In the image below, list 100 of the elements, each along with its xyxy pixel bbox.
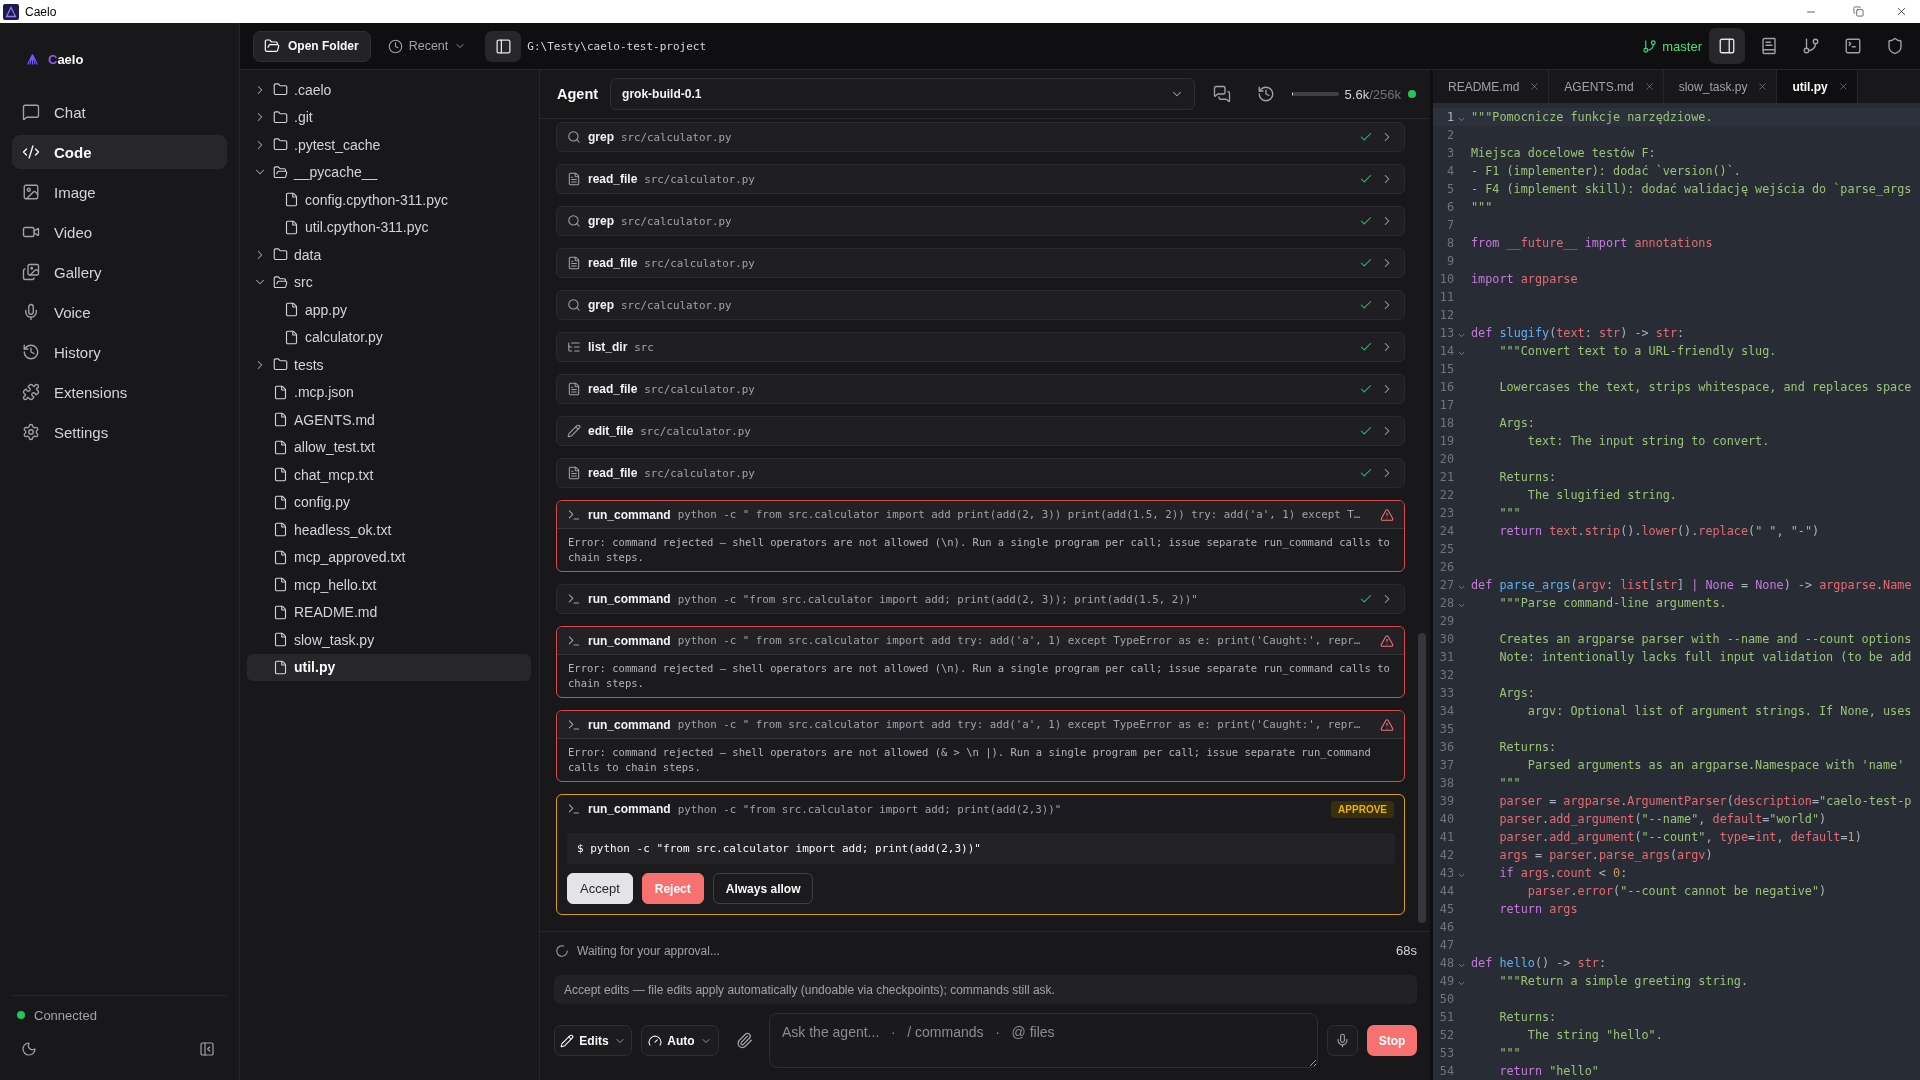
file-tree-item[interactable]: data [247, 241, 330, 269]
restore-icon[interactable] [1852, 6, 1864, 17]
moon-icon[interactable] [21, 1041, 37, 1057]
fold-icon[interactable] [1456, 349, 1466, 358]
tool-call-card[interactable]: read_file src/calculator.py [556, 164, 1405, 194]
file-tree-item[interactable]: .caelo [247, 76, 340, 104]
chat-bubbles-icon[interactable] [1212, 85, 1231, 103]
file-tree-item[interactable]: config.cpython-311.pyc [247, 186, 456, 214]
close-icon[interactable] [1529, 81, 1541, 92]
editor-tab[interactable]: util.py [1777, 70, 1858, 103]
tool-name: read_file [588, 172, 638, 186]
nav-item[interactable]: Image [12, 175, 106, 209]
paperclip-icon[interactable] [736, 1032, 753, 1049]
file-tree-item[interactable]: util.cpython-311.pyc [247, 213, 437, 241]
edit-mode-dropdown[interactable]: Edits [554, 1025, 632, 1056]
line-number: 38 [1438, 775, 1454, 792]
close-icon[interactable] [1837, 81, 1849, 92]
fold-icon[interactable] [1456, 115, 1466, 124]
terminal-icon[interactable] [1844, 37, 1862, 55]
file-tree-item[interactable]: calculator.py [247, 323, 391, 351]
collapse-sidebar-icon[interactable] [199, 1041, 215, 1057]
tool-call-card[interactable]: list_dir src [556, 332, 1405, 362]
file-tree-item[interactable]: app.py [247, 296, 356, 324]
nav-item[interactable]: Extensions [12, 375, 138, 409]
tool-call-card[interactable] [556, 500, 1405, 572]
tool-argument: src/calculator.py [621, 214, 732, 228]
line-number: 50 [1438, 991, 1454, 1008]
fold-icon[interactable] [1456, 601, 1466, 610]
fold-icon[interactable] [1456, 583, 1466, 592]
nav-item[interactable]: Gallery [12, 255, 112, 289]
nav-item[interactable]: History [12, 335, 111, 369]
book-icon[interactable] [1760, 37, 1778, 55]
always-allow-button[interactable]: Always allow [712, 873, 814, 904]
line-number: 6 [1445, 199, 1454, 216]
message-input[interactable]: Ask the agent... · / commands · @ files [769, 1013, 1318, 1068]
tool-argument: python -c "from src.calculator import add; print(add(2,3))" [677, 802, 1062, 816]
line-number: 53 [1438, 1045, 1454, 1062]
settings-icon [22, 423, 40, 441]
tool-call-card[interactable]: edit_file src/calculator.py [556, 416, 1405, 446]
file-tree-item[interactable]: AGENTS.md [247, 406, 383, 434]
tool-name: grep [588, 130, 614, 144]
file-tree-item[interactable]: config.py [247, 488, 359, 516]
panel-icon[interactable] [494, 37, 512, 55]
tool-call-card[interactable]: read_file src/calculator.py [556, 248, 1405, 278]
toolbar-button[interactable] [1709, 28, 1745, 64]
tool-call-card[interactable] [556, 626, 1405, 698]
accept-button[interactable]: Accept [567, 873, 633, 904]
tool-call-card[interactable]: grep src/calculator.py [556, 206, 1405, 236]
file-tree-item[interactable]: mcp_hello.txt [247, 571, 385, 599]
autonomy-dropdown[interactable]: Auto [641, 1025, 719, 1056]
file-tree-item[interactable]: .git [247, 103, 321, 131]
scrollbar[interactable] [1418, 633, 1426, 923]
nav-item[interactable]: Voice [12, 295, 101, 329]
model-select[interactable]: grok-build-0.1 [610, 78, 1195, 110]
history-icon[interactable] [1256, 85, 1275, 103]
file-icon [273, 384, 288, 400]
file-tree-item[interactable]: .pytest_cache [247, 131, 389, 159]
file-tree-item[interactable]: src [247, 268, 321, 296]
line-number: 4 [1445, 163, 1454, 180]
nav-item[interactable]: Code [12, 135, 227, 169]
nav-item[interactable]: Video [12, 215, 103, 249]
file-tree-item[interactable]: slow_task.py [247, 626, 383, 654]
file-tree-item[interactable]: util.py [247, 653, 531, 681]
editor-tab[interactable]: README.md [1433, 70, 1550, 103]
close-icon[interactable] [1757, 81, 1769, 92]
close-icon[interactable] [1643, 81, 1655, 92]
shield-icon[interactable] [1886, 37, 1904, 55]
fold-icon[interactable] [1456, 871, 1466, 880]
tool-argument: python -c " from src.calculator import add try: add('a', 1) except TypeError as e: print('Caught:', repr… [677, 718, 1361, 731]
open-folder-button[interactable]: Open Folder [253, 30, 371, 62]
fold-icon[interactable] [1456, 961, 1466, 970]
file-tree-item[interactable]: tests [247, 351, 332, 379]
panel-icon[interactable] [1718, 37, 1736, 55]
file-tree-item[interactable]: README.md [247, 598, 386, 626]
fold-icon[interactable] [1456, 979, 1466, 988]
microphone-button[interactable] [1327, 1025, 1358, 1056]
file-tree-item[interactable]: allow_test.txt [247, 433, 383, 461]
tool-call-card[interactable]: grep src/calculator.py [556, 290, 1405, 320]
nav-item[interactable]: Chat [12, 95, 96, 129]
puzzle-icon [22, 383, 40, 401]
file-tree-item[interactable]: .mcp.json [247, 378, 362, 406]
file-tree-item[interactable]: mcp_approved.txt [247, 543, 414, 571]
tool-call-card[interactable]: grep src/calculator.py [556, 122, 1405, 152]
tool-call-card[interactable]: run_command python -c "from src.calculator import add; print(add(2,3))" APPROVE $ python -c "from src.calculator import add; print(add(2,3))" Accept Reject Always allow [556, 794, 1405, 915]
nav-item[interactable]: Settings [12, 415, 119, 449]
file-icon [273, 412, 288, 428]
file-tree-item[interactable]: chat_mcp.txt [247, 461, 382, 489]
fold-icon[interactable] [1456, 331, 1466, 340]
recent-dropdown[interactable]: Recent [381, 30, 473, 62]
branch-icon[interactable] [1802, 37, 1820, 55]
tool-call-card[interactable]: read_file src/calculator.py [556, 458, 1405, 488]
tool-call-card[interactable]: read_file src/calculator.py [556, 374, 1405, 404]
tool-call-card[interactable]: run_command python -c "from src.calculator import add; print(add(2, 3)); print(add(1.5, 2))" [556, 584, 1405, 614]
editor-tab[interactable]: AGENTS.md [1549, 70, 1664, 103]
file-tree-item[interactable]: headless_ok.txt [247, 516, 400, 544]
branch-name[interactable]: master [1662, 38, 1702, 54]
tool-call-card[interactable] [556, 710, 1405, 782]
toolbar-button[interactable] [485, 30, 522, 62]
file-tree-item[interactable]: __pycache__ [247, 158, 386, 186]
file-icon [273, 604, 288, 620]
